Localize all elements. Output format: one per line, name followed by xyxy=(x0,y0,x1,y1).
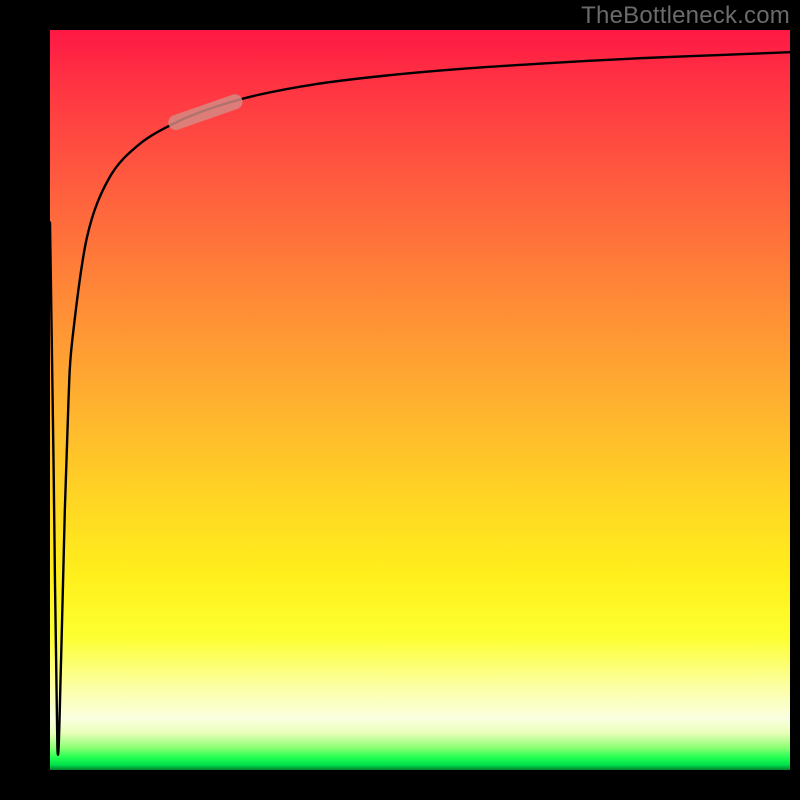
plot-area xyxy=(50,30,790,770)
watermark-text: TheBottleneck.com xyxy=(581,2,790,30)
chart-stage: TheBottleneck.com xyxy=(0,0,800,800)
curve-layer xyxy=(50,30,790,770)
bottleneck-curve xyxy=(50,52,790,755)
highlight-marker xyxy=(176,102,235,123)
